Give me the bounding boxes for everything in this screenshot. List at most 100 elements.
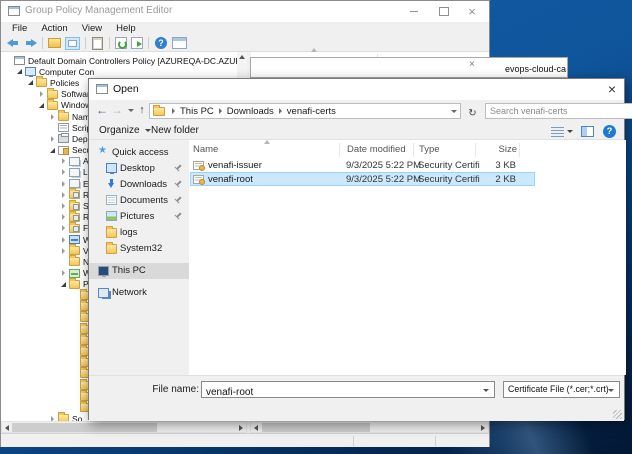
tree-expander-icon[interactable] <box>37 90 46 99</box>
help-icon[interactable] <box>603 125 616 138</box>
tree-expander-icon[interactable] <box>48 414 57 421</box>
refresh-icon[interactable] <box>115 37 127 49</box>
scroll-left-icon[interactable] <box>5 425 9 431</box>
export-list-icon[interactable] <box>131 37 143 49</box>
sidebar-item[interactable]: Network <box>89 285 189 301</box>
breadcrumb-downloads[interactable]: Downloads <box>227 106 274 117</box>
chevron-down-icon[interactable] <box>483 389 489 392</box>
scroll-right-icon[interactable] <box>481 425 485 431</box>
address-bar[interactable]: This PC Downloads venafi-certs <box>149 103 461 119</box>
size-column-header[interactable]: Size <box>481 144 517 155</box>
tree-expander-icon[interactable] <box>59 157 68 166</box>
resize-grip[interactable] <box>613 410 622 419</box>
tree-expander-icon[interactable] <box>70 325 79 334</box>
tree-item[interactable]: Default Domain Controllers Policy [AZURE… <box>1 55 247 66</box>
gpo-titlebar[interactable]: Group Policy Management Editor <box>1 1 489 22</box>
sidebar-item[interactable]: Desktop <box>89 160 189 176</box>
breadcrumb-chevron-icon[interactable] <box>218 108 222 114</box>
tree-expander-icon[interactable] <box>70 347 79 356</box>
tree-expander-icon[interactable] <box>59 202 68 211</box>
column-divider[interactable] <box>519 143 520 157</box>
scroll-left-icon[interactable] <box>254 425 258 431</box>
scroll-up-icon[interactable] <box>239 55 245 59</box>
new-folder-button[interactable]: New folder <box>151 125 199 136</box>
chevron-down-icon[interactable] <box>608 389 614 392</box>
sidebar-item[interactable]: Pictures <box>89 208 189 224</box>
tree-expander-icon[interactable] <box>59 190 68 199</box>
menu-item[interactable]: View <box>75 22 109 35</box>
sidebar-item[interactable]: logs <box>89 224 189 240</box>
file-name-combobox[interactable] <box>201 381 495 400</box>
view-dropdown-icon[interactable] <box>567 130 573 133</box>
console-window-icon[interactable] <box>65 36 80 50</box>
refresh-button[interactable] <box>465 103 480 119</box>
show-console-tree-icon[interactable] <box>48 38 61 48</box>
breadcrumb-chevron-icon[interactable] <box>278 108 282 114</box>
tree-expander-icon[interactable] <box>70 291 79 300</box>
sidebar-item[interactable]: This PC <box>89 262 189 279</box>
tree-expander-icon[interactable] <box>70 369 79 378</box>
close-button[interactable] <box>461 3 483 19</box>
tree-expander-icon[interactable] <box>48 146 57 155</box>
search-input[interactable] <box>486 106 632 116</box>
tree-expander-icon[interactable] <box>59 213 68 222</box>
file-name-input[interactable] <box>202 385 478 400</box>
tree-expander-icon[interactable] <box>70 302 79 311</box>
tree-expander-icon[interactable] <box>59 168 68 177</box>
sidebar-item[interactable]: Documents <box>89 192 189 208</box>
tree-expander-icon[interactable] <box>59 280 68 289</box>
back-icon[interactable] <box>7 38 20 49</box>
tree-expander-icon[interactable] <box>48 134 57 143</box>
tree-expander-icon[interactable] <box>48 123 57 132</box>
close-icon[interactable]: × <box>601 80 623 98</box>
sidebar-item[interactable]: System32 <box>89 241 189 257</box>
column-divider[interactable] <box>475 143 476 157</box>
tree-expander-icon[interactable] <box>15 67 24 76</box>
scroll-right-icon[interactable] <box>239 425 243 431</box>
console-icon[interactable] <box>172 37 187 49</box>
view-mode-icon[interactable] <box>551 126 564 137</box>
breadcrumb-venafi-certs[interactable]: venafi-certs <box>287 106 336 117</box>
open-dialog-titlebar[interactable]: Open × <box>89 79 624 100</box>
forward-icon[interactable] <box>24 38 37 49</box>
breadcrumb-chevron-icon[interactable] <box>172 108 175 114</box>
tree-expander-icon[interactable] <box>59 224 68 233</box>
tree-expander-icon[interactable] <box>26 78 35 87</box>
tree-expander-icon[interactable] <box>70 403 79 412</box>
menu-item[interactable]: Action <box>34 22 74 35</box>
tree-expander-icon[interactable] <box>70 392 79 401</box>
file-type-combobox[interactable]: Certificate File (*.cer;*.crt) <box>503 381 620 398</box>
sidebar-item[interactable]: Downloads <box>89 176 189 192</box>
close-icon[interactable]: × <box>469 59 475 70</box>
tree-expander-icon[interactable] <box>59 246 68 255</box>
organize-button[interactable]: Organize <box>99 125 151 136</box>
preview-pane-icon[interactable] <box>581 126 594 137</box>
breadcrumb-this-pc[interactable]: This PC <box>180 106 214 117</box>
tree-expander-icon[interactable] <box>59 235 68 244</box>
tree-expander-icon[interactable] <box>37 101 46 110</box>
help-icon[interactable] <box>155 37 167 49</box>
tree-expander-icon[interactable] <box>48 112 57 121</box>
file-row[interactable]: venafi-issuer 9/3/2025 5:22 PM Security … <box>190 158 535 172</box>
maximize-button[interactable] <box>433 3 455 19</box>
forward-button[interactable] <box>110 102 124 118</box>
back-button[interactable] <box>95 102 109 118</box>
tree-expander-icon[interactable] <box>70 358 79 367</box>
sidebar-item[interactable]: Quick access <box>89 144 189 160</box>
minimize-button[interactable] <box>403 3 425 19</box>
column-divider[interactable] <box>339 143 340 157</box>
tree-expander-icon[interactable] <box>59 269 68 278</box>
menu-item[interactable]: Help <box>109 22 143 35</box>
tree-expander-icon[interactable] <box>4 56 13 65</box>
address-dropdown-icon[interactable] <box>451 109 457 113</box>
name-column-header[interactable]: Name <box>193 144 218 155</box>
list-horizontal-scrollbar[interactable] <box>250 421 489 433</box>
type-column-header[interactable]: Type <box>419 144 440 155</box>
menu-item[interactable]: File <box>5 22 34 35</box>
tree-expander-icon[interactable] <box>70 336 79 345</box>
column-divider[interactable] <box>413 143 414 157</box>
tree-expander-icon[interactable] <box>70 313 79 322</box>
tree-expander-icon[interactable] <box>59 257 68 266</box>
search-box[interactable] <box>485 103 632 119</box>
date-modified-column-header[interactable]: Date modified <box>347 144 406 155</box>
